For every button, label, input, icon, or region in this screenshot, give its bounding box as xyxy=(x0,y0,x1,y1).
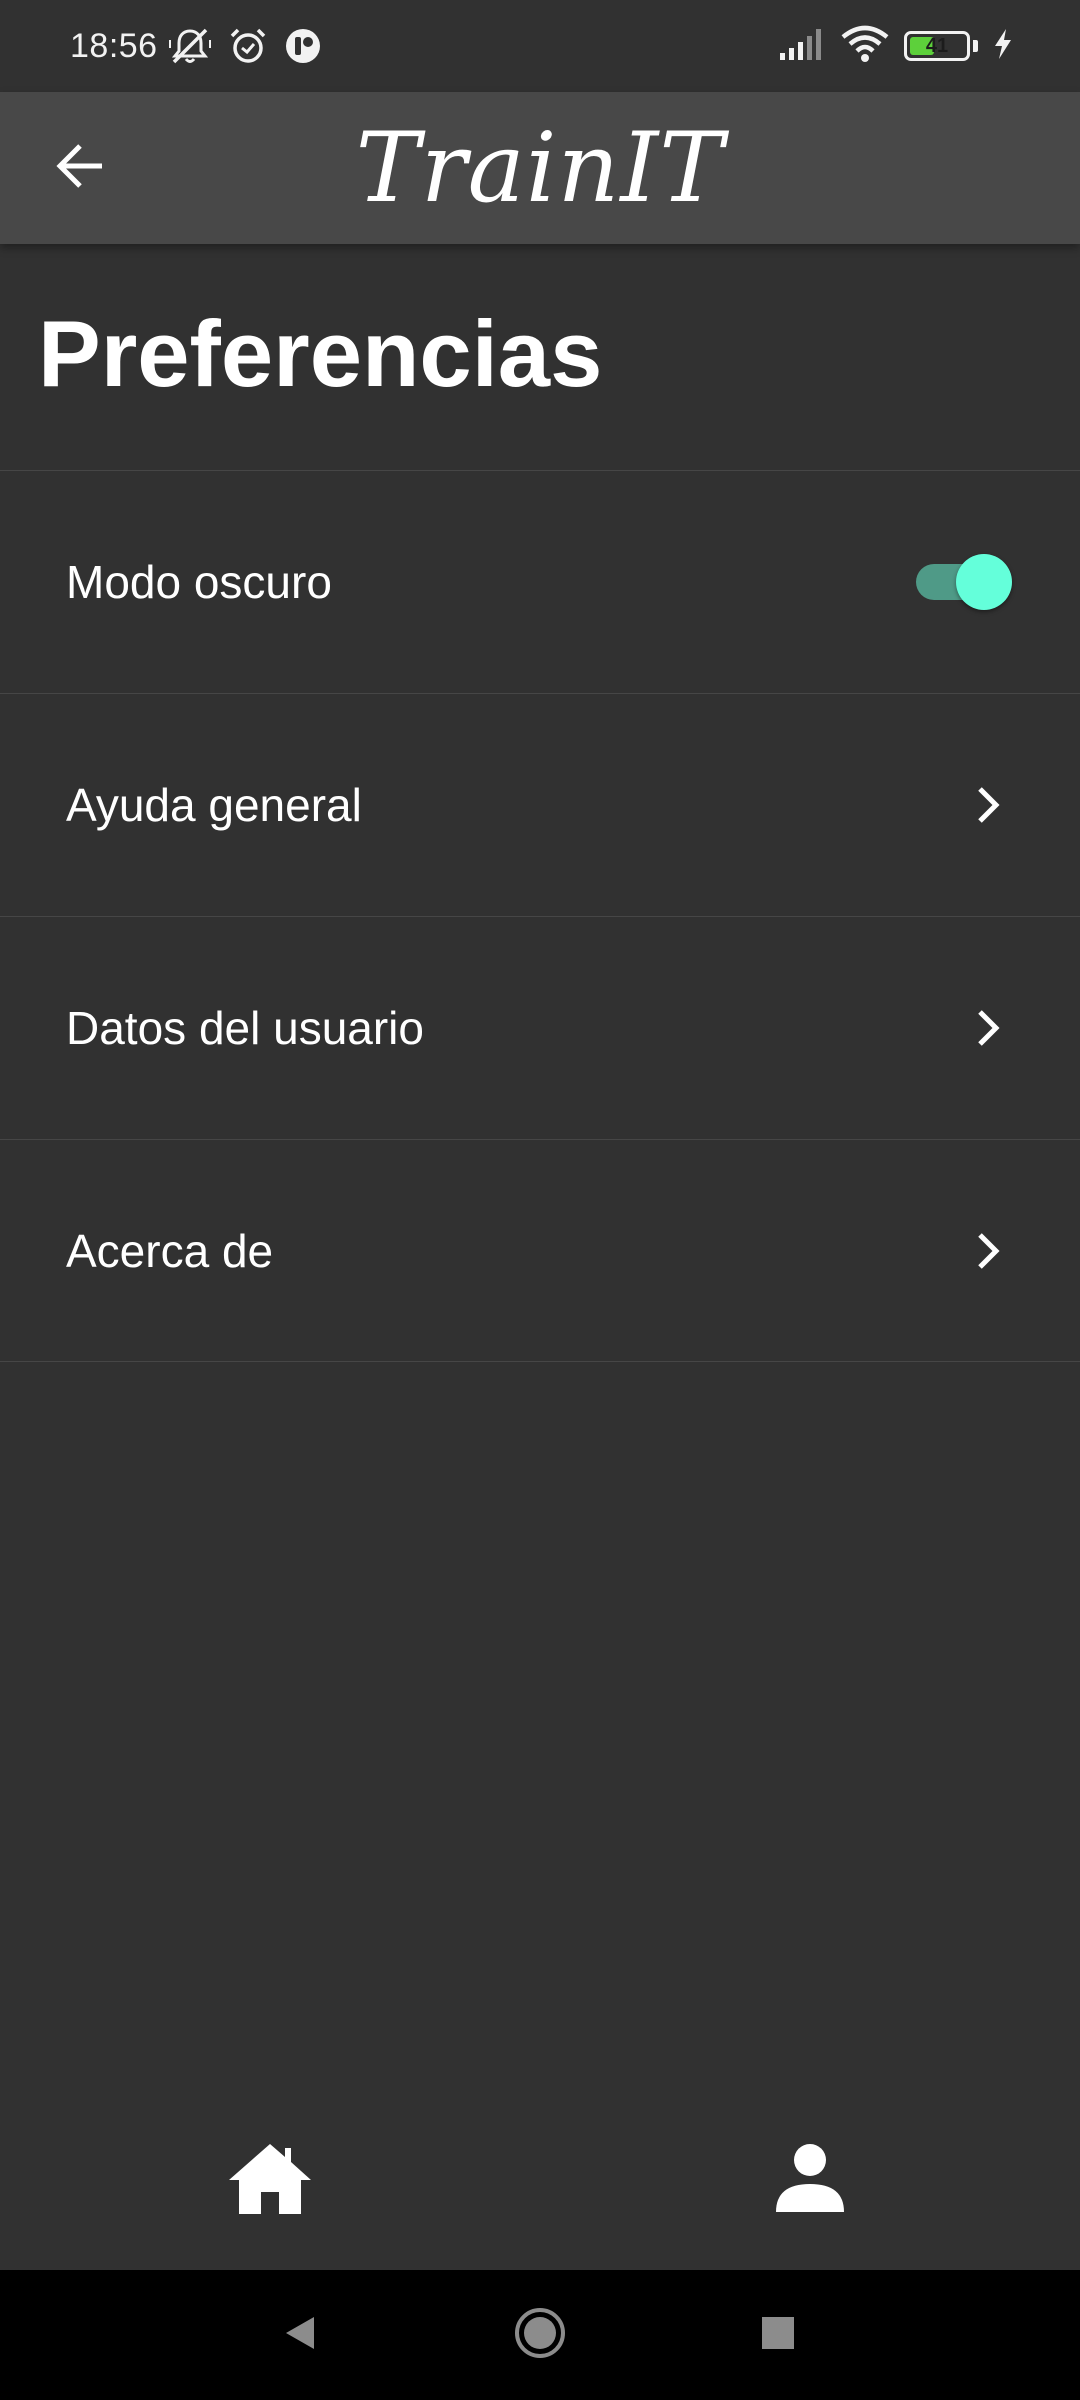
muted-bell-icon xyxy=(168,26,212,66)
screen: 18:56 41 TrainIT Preferencias Modo oscur… xyxy=(0,0,1080,2400)
dark-mode-toggle[interactable] xyxy=(908,552,1012,612)
status-bar: 18:56 41 xyxy=(0,0,1080,92)
alarm-icon xyxy=(228,26,268,66)
charging-icon xyxy=(992,28,1014,65)
signal-icon xyxy=(778,27,826,66)
chevron-right-icon xyxy=(966,1006,1010,1050)
settings-item-label: Ayuda general xyxy=(66,779,362,831)
app-bar: TrainIT xyxy=(0,92,1080,244)
back-triangle-icon xyxy=(280,2313,320,2358)
system-home-button[interactable] xyxy=(500,2295,580,2375)
person-icon xyxy=(774,2142,846,2219)
nav-profile-button[interactable] xyxy=(750,2130,870,2230)
page-title: Preferencias xyxy=(38,301,603,406)
recents-square-icon xyxy=(760,2315,796,2356)
bottom-nav xyxy=(0,2090,1080,2270)
settings-item-label: Modo oscuro xyxy=(66,556,332,608)
chevron-right-icon xyxy=(966,1229,1010,1273)
app-title: TrainIT xyxy=(355,112,725,224)
settings-item-general-help[interactable]: Ayuda general xyxy=(0,693,1080,916)
settings-item-label: Datos del usuario xyxy=(66,1002,424,1054)
nav-home-button[interactable] xyxy=(210,2130,330,2230)
settings-item-about[interactable]: Acerca de xyxy=(0,1139,1080,1362)
status-left-icons xyxy=(168,26,322,66)
status-time: 18:56 xyxy=(70,26,158,65)
battery-cap xyxy=(973,40,978,52)
settings-item-user-data[interactable]: Datos del usuario xyxy=(0,916,1080,1139)
chevron-right-icon xyxy=(966,783,1010,827)
settings-item-dark-mode[interactable]: Modo oscuro xyxy=(0,470,1080,693)
settings-item-label: Acerca de xyxy=(66,1224,274,1277)
wifi-icon xyxy=(840,25,890,68)
home-circle-icon xyxy=(513,2306,567,2365)
settings-list: Modo oscuro Ayuda general Datos del usua… xyxy=(0,470,1080,1362)
system-back-button[interactable] xyxy=(260,2295,340,2375)
app-notification-icon xyxy=(284,27,322,65)
battery-level: 41 xyxy=(925,34,949,57)
system-recents-button[interactable] xyxy=(738,2295,818,2375)
toggle-thumb xyxy=(956,554,1012,610)
home-icon xyxy=(227,2140,313,2221)
status-right-icons: 41 xyxy=(778,0,1014,92)
battery-icon: 41 xyxy=(904,31,970,61)
system-nav-bar xyxy=(0,2270,1080,2400)
